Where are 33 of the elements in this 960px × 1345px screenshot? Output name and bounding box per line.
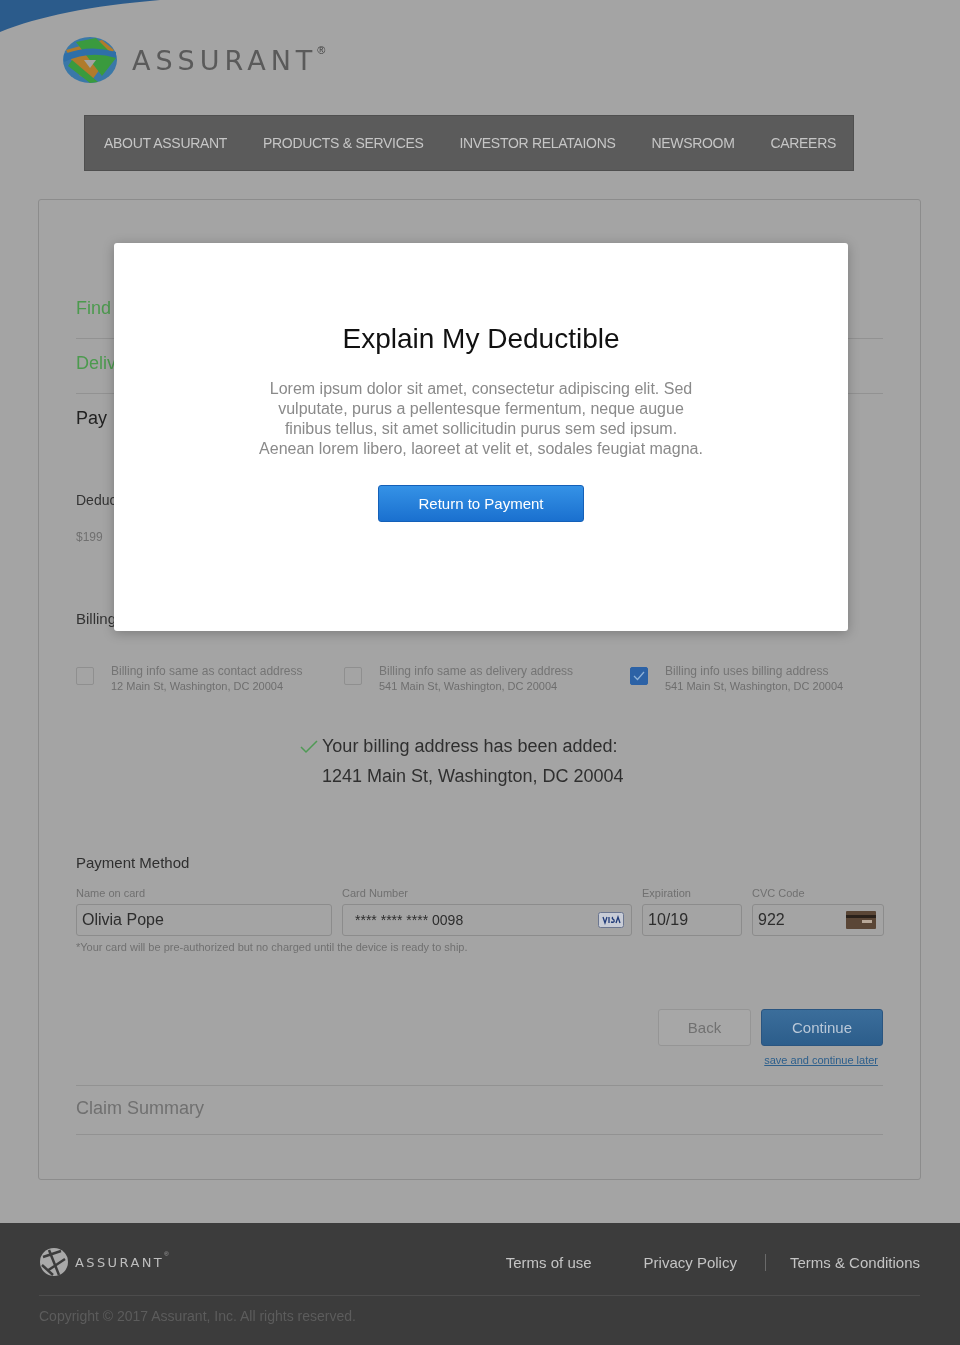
registered-mark: ®	[317, 44, 326, 56]
continue-button[interactable]: Continue	[761, 1009, 883, 1046]
modal-title: Explain My Deductible	[342, 323, 620, 355]
input-field[interactable]: Olivia Pope	[76, 904, 332, 936]
credit-card-icon	[846, 911, 876, 929]
modal-body: Lorem ipsum dolor sit amet, consectetur adipiscing elit. Sed vulputate, purus a pellentesque fermentum, neque augue finibus tellus, sit amet sollicitudin purus sem sed ipsum. Aenean lorem libero, laoreet at velit et, sodales feugiat magna.	[258, 379, 704, 459]
nav-link[interactable]: NEWSROOM	[651, 135, 735, 151]
logo-icon	[62, 36, 118, 84]
footer-link[interactable]: Terms & Conditions	[764, 1253, 920, 1271]
section-title: Payment Method	[76, 854, 191, 871]
step-title: Find	[76, 297, 111, 320]
save-link[interactable]: save and continue later	[764, 1054, 878, 1066]
confirmation-address: 1241 Main St, Washington, DC 20004	[322, 766, 624, 787]
input-field[interactable]: **** **** **** 0098	[342, 904, 632, 936]
checkbox[interactable]	[630, 667, 648, 685]
footer-link[interactable]: Privacy Policy	[643, 1253, 737, 1271]
confirmation-message: Your billing address has been added:	[322, 736, 618, 757]
brand-name: ASSURANT	[75, 1254, 165, 1270]
input-field[interactable]: 922	[752, 904, 884, 936]
step-title: Deliv	[76, 352, 116, 375]
check-icon	[300, 739, 318, 754]
brand-name: ASSURANT	[132, 44, 318, 76]
return-button[interactable]: Return to Payment	[378, 485, 584, 522]
step-title: Pay	[76, 407, 108, 430]
nav-link[interactable]: CAREERS	[770, 135, 836, 151]
nav-link[interactable]: PRODUCTS & SERVICES	[263, 135, 424, 151]
logo-icon	[39, 1247, 69, 1277]
nav-link[interactable]: INVESTOR RELATAIONS	[459, 135, 616, 151]
footer-link[interactable]: Terms of use	[505, 1253, 592, 1271]
nav-link[interactable]: ABOUT ASSURANT	[104, 135, 228, 151]
deductible-label: Deduc	[76, 492, 117, 508]
input-field[interactable]: 10/19	[642, 904, 742, 936]
card-brand-icon	[598, 912, 624, 928]
